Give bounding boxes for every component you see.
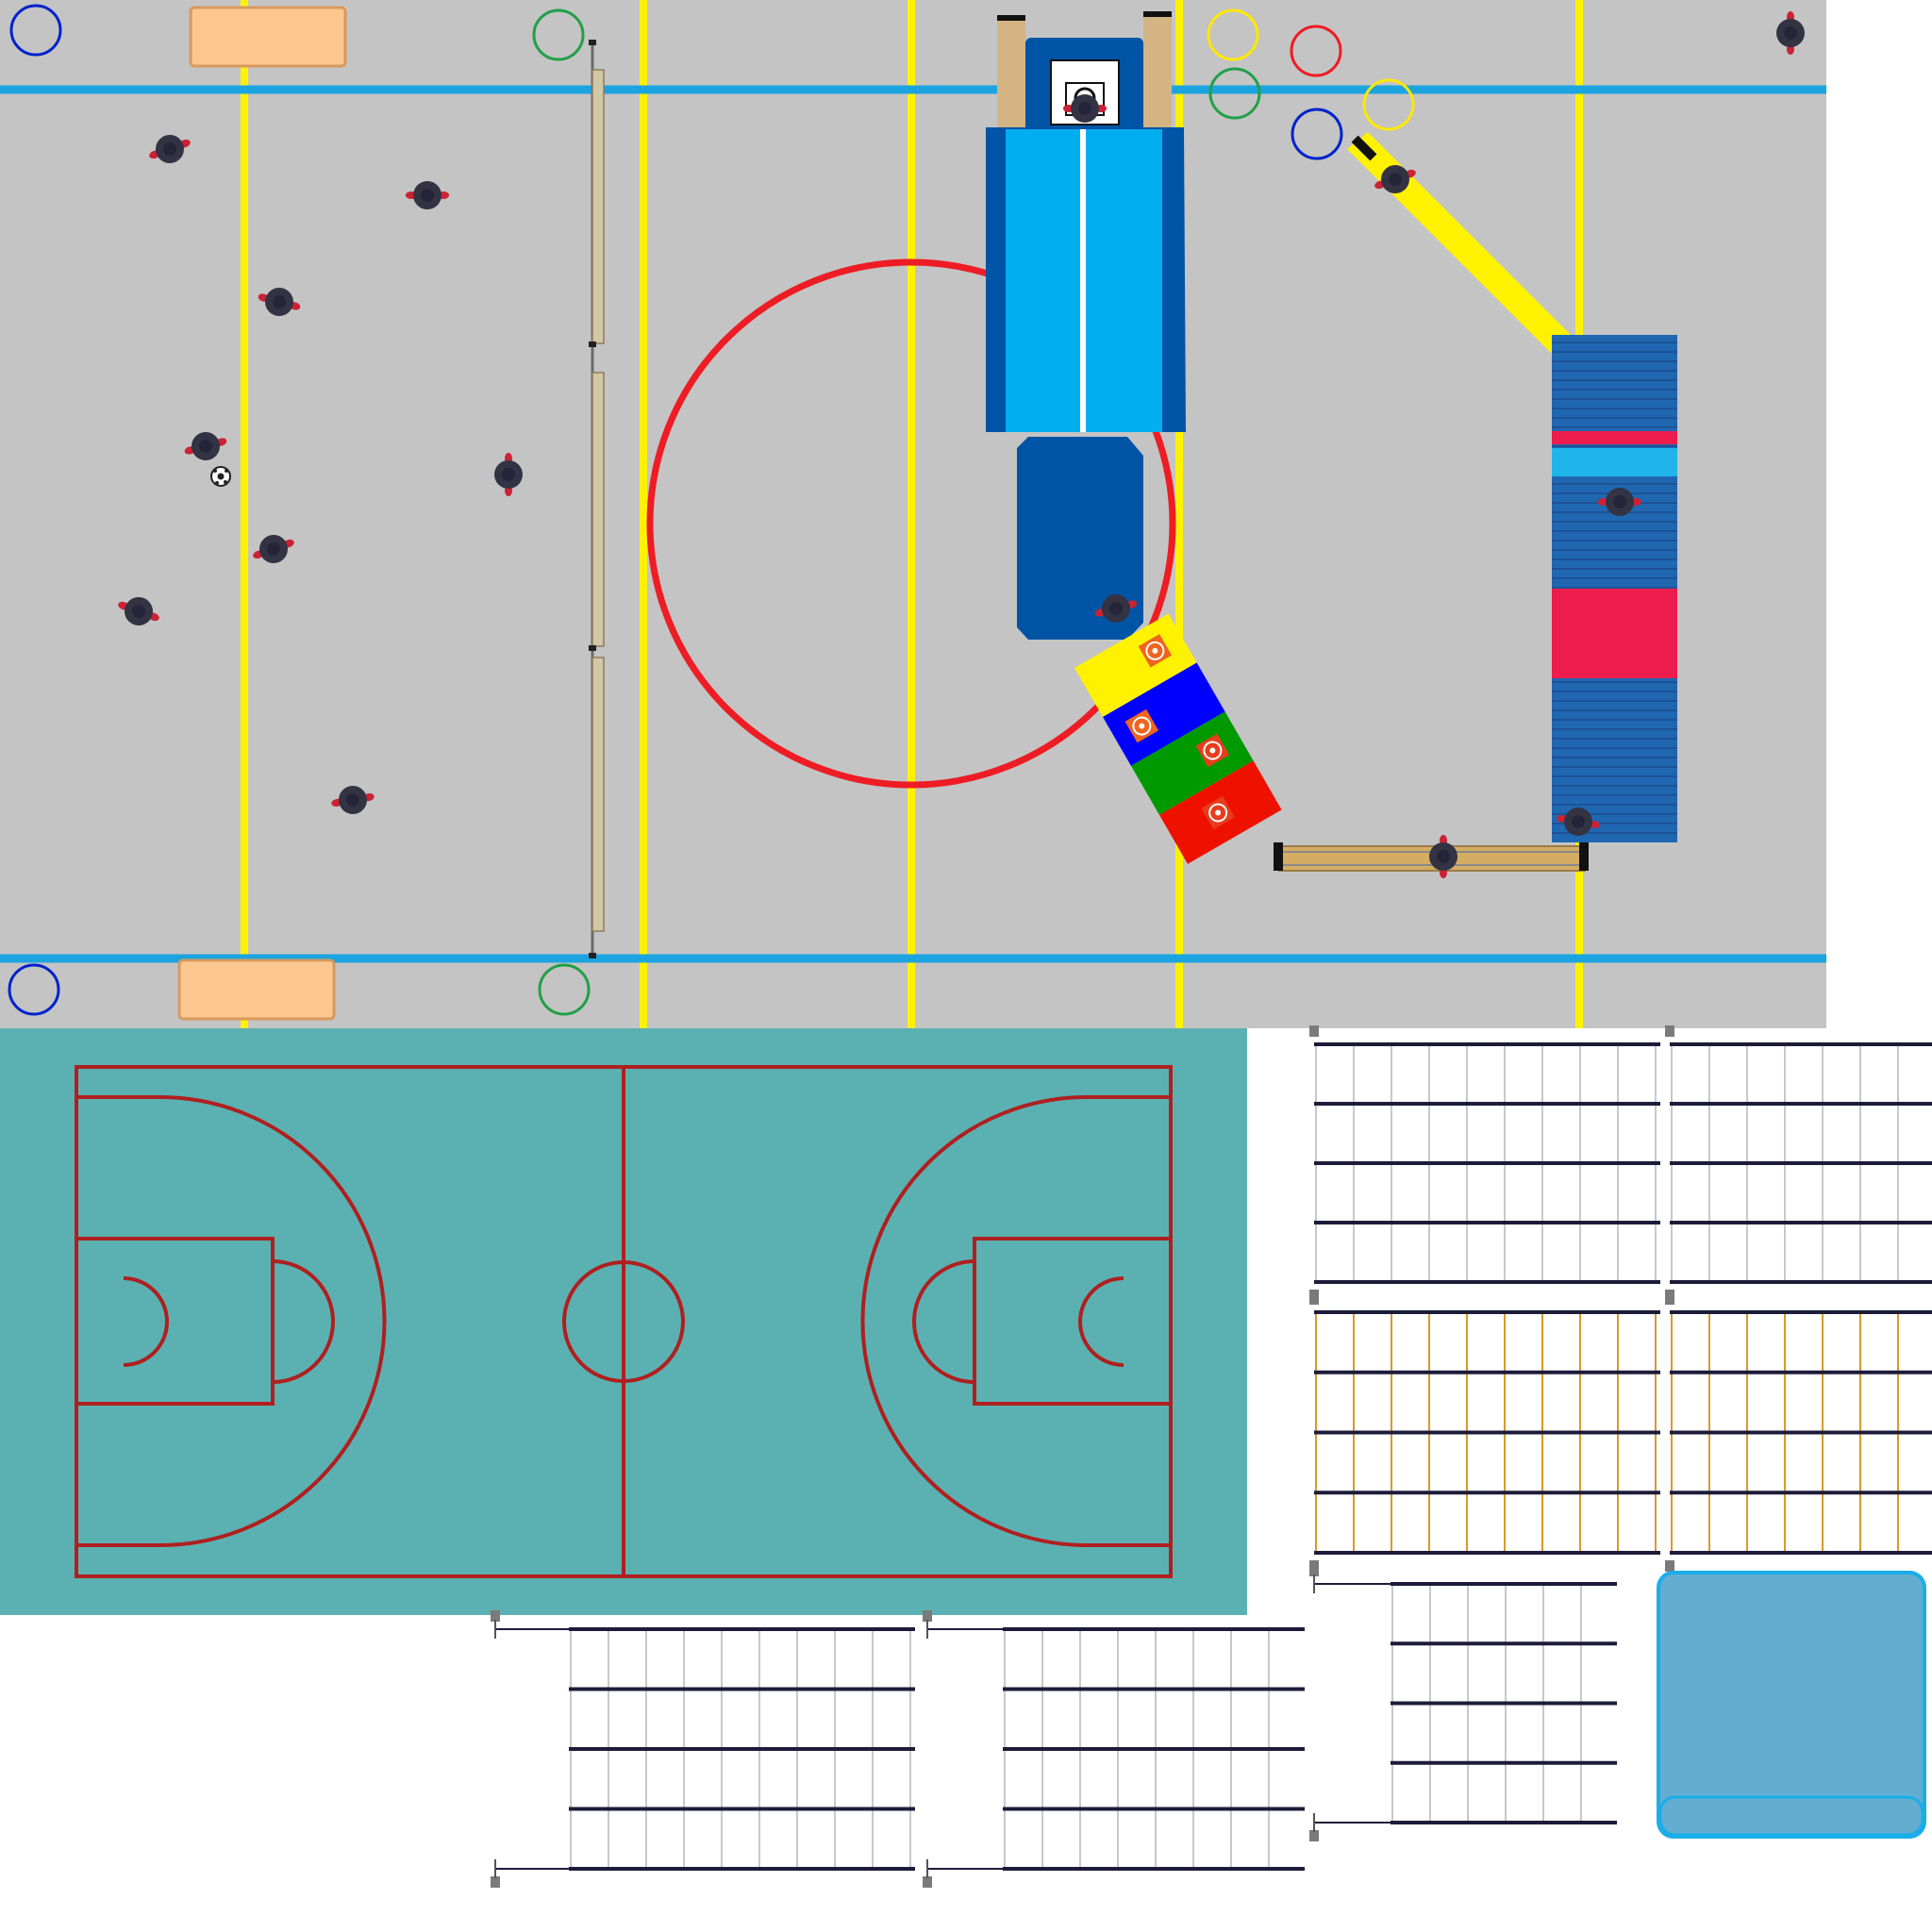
bleacher-stand — [1309, 1025, 1660, 1301]
bleacher-stand — [1309, 1565, 1617, 1841]
bench-end-left — [1274, 842, 1283, 871]
pool — [1657, 1571, 1926, 1839]
stacked-mat-stripe-2 — [1552, 448, 1677, 476]
bleacher-stand — [923, 1610, 1305, 1888]
net-post-bottom — [589, 953, 596, 958]
stand-anchor — [1309, 1025, 1319, 1037]
bench-pad-bottom — [177, 958, 336, 1021]
bench-end-right — [1579, 842, 1589, 871]
net-post-top — [589, 40, 596, 45]
gym-mat-large — [986, 127, 1186, 432]
net-panel-2 — [591, 372, 605, 647]
stacked-mat-stripe-3 — [1552, 589, 1677, 678]
net-post-mid — [589, 341, 596, 347]
bench-pad-top — [189, 6, 347, 68]
basketball-court — [0, 1028, 1247, 1615]
net-post-mid-2 — [589, 645, 596, 651]
sports-facility-floorplan — [0, 0, 1932, 1888]
stand-anchor — [1665, 1293, 1674, 1305]
hoop-base-left — [997, 19, 1025, 137]
net-panel-1 — [591, 69, 605, 344]
bleacher-stand — [1665, 1025, 1932, 1301]
hoop-base-cap-left — [997, 15, 1025, 21]
stacked-mat — [1552, 335, 1677, 842]
bleacher-stand — [1665, 1293, 1932, 1572]
stacked-mat-stripe-1 — [1552, 431, 1677, 444]
hoop-base-cap-right — [1143, 11, 1172, 17]
stand-anchor — [1665, 1560, 1674, 1572]
stand-anchor — [1309, 1293, 1319, 1305]
bleacher-stand — [1309, 1293, 1660, 1572]
bleacher-stand — [491, 1610, 915, 1888]
soccer-ball-icon — [210, 466, 231, 487]
gymnasium-floor — [0, 0, 1826, 1028]
hoop-base-right — [1143, 15, 1172, 137]
pool-step — [1658, 1795, 1924, 1837]
net-panel-3 — [591, 657, 605, 932]
stand-anchor — [1665, 1025, 1674, 1037]
